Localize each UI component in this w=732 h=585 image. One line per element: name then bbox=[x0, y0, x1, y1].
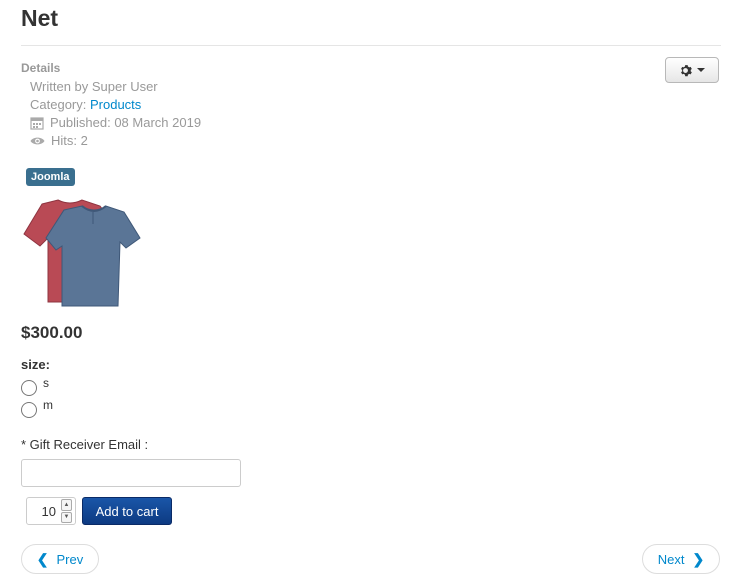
hits-text: Hits: 2 bbox=[51, 133, 88, 148]
category-prefix: Category: bbox=[30, 97, 90, 112]
add-to-cart-button[interactable]: Add to cart bbox=[82, 497, 172, 525]
size-option-label: s bbox=[43, 376, 49, 390]
title-divider bbox=[21, 45, 721, 46]
prev-label: Prev bbox=[56, 551, 84, 567]
chevron-left-icon: ❮ bbox=[36, 550, 49, 567]
published-text: Published: 08 March 2019 bbox=[50, 115, 202, 130]
chevron-down-icon[interactable]: ▼ bbox=[61, 511, 72, 523]
size-option-s[interactable]: s bbox=[21, 377, 49, 396]
published-info: Published: 08 March 2019 bbox=[30, 114, 201, 132]
size-radio-s[interactable] bbox=[21, 380, 37, 396]
category-info: Category: Products bbox=[30, 96, 141, 114]
page-title: Net bbox=[21, 5, 59, 31]
prev-button[interactable]: ❮ Prev bbox=[21, 544, 99, 574]
chevron-right-icon: ❯ bbox=[692, 550, 705, 567]
next-label: Next bbox=[657, 551, 685, 567]
product-image bbox=[23, 199, 141, 307]
author-text: Written by Super User bbox=[30, 79, 158, 94]
author-info: Written by Super User bbox=[30, 78, 158, 96]
next-button[interactable]: Next ❯ bbox=[642, 544, 720, 574]
calendar-icon bbox=[30, 117, 44, 130]
size-option-m[interactable]: m bbox=[21, 399, 53, 418]
product-price: $300.00 bbox=[21, 323, 83, 342]
gift-email-label: * Gift Receiver Email : bbox=[21, 437, 149, 452]
article-tools-button[interactable] bbox=[665, 57, 719, 83]
details-label: Details bbox=[21, 61, 61, 75]
quantity-spinner[interactable]: ▲ ▼ bbox=[61, 499, 72, 523]
tag-joomla[interactable]: Joomla bbox=[26, 168, 75, 186]
gift-email-input[interactable] bbox=[21, 459, 241, 487]
eye-icon bbox=[30, 137, 45, 145]
gear-icon bbox=[681, 64, 692, 76]
quantity-value[interactable]: 10 bbox=[27, 504, 61, 519]
chevron-down-icon bbox=[697, 68, 705, 72]
size-radio-m[interactable] bbox=[21, 402, 37, 418]
quantity-stepper[interactable]: 10 ▲ ▼ bbox=[26, 497, 76, 525]
size-label: size: bbox=[21, 357, 50, 372]
size-option-label: m bbox=[43, 398, 53, 412]
category-link[interactable]: Products bbox=[90, 97, 141, 112]
hits-info: Hits: 2 bbox=[30, 132, 88, 150]
chevron-up-icon[interactable]: ▲ bbox=[61, 499, 72, 511]
